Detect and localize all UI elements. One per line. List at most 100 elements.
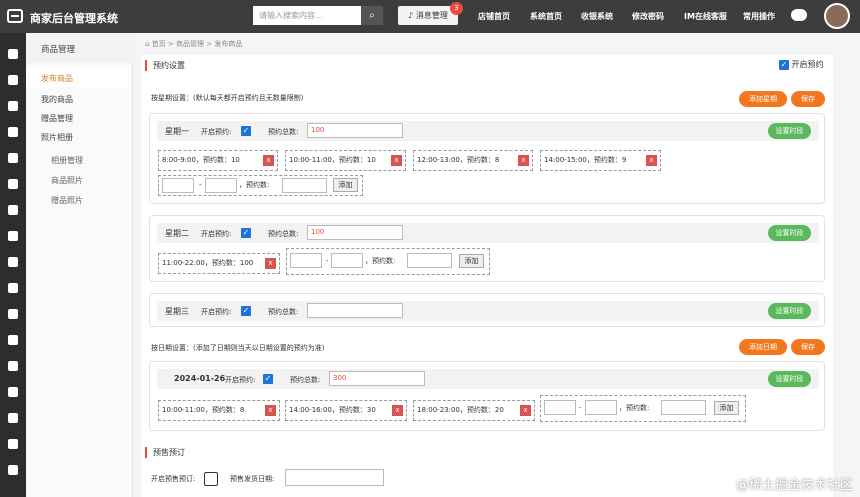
avatar[interactable] <box>824 3 850 29</box>
weekday-total-label: 预约总数: <box>268 230 299 238</box>
date-open-checkbox[interactable]: ✓ <box>263 374 273 384</box>
bank-icon[interactable] <box>8 179 18 189</box>
watermark: @稀土掘金技术社区 <box>735 478 853 493</box>
start-time-input[interactable] <box>162 178 194 193</box>
weekday-header: 星期三 开启预约: ✓ 预约总数: 设置时段 <box>157 301 819 321</box>
weekday-total-input[interactable]: 100 <box>307 225 403 240</box>
gear-icon[interactable] <box>8 153 18 163</box>
sidebar-item-album[interactable]: 照片相册 <box>41 132 73 143</box>
weekday-card-monday: 星期一 开启预约: ✓ 预约总数: 100 设置时段 8:00-9:00，预约数… <box>149 113 825 204</box>
sidebar-item-my-goods[interactable]: 我的商品 <box>41 94 73 105</box>
camera-icon[interactable] <box>8 283 18 293</box>
set-time-button[interactable]: 设置时段 <box>768 303 811 319</box>
icon-sidebar <box>0 33 26 497</box>
time-slot: 14:00-15:00，预约数：9 x <box>540 150 661 171</box>
share-icon[interactable] <box>8 439 18 449</box>
save-date-button[interactable]: 保存 <box>791 339 825 355</box>
set-time-button[interactable]: 设置时段 <box>768 225 811 241</box>
add-slot-button[interactable]: 添加 <box>459 254 484 268</box>
cup-icon[interactable] <box>8 413 18 423</box>
nav-system-home[interactable]: 系统首页 <box>530 11 562 22</box>
set-time-button[interactable]: 设置时段 <box>768 371 811 387</box>
nav-store-home[interactable]: 店铺首页 <box>478 11 510 22</box>
add-slot-button[interactable]: 添加 <box>714 401 739 415</box>
chat-icon[interactable] <box>791 9 807 21</box>
weekday-open-checkbox[interactable]: ✓ <box>241 126 251 136</box>
search-button[interactable]: ⌕ <box>361 6 383 25</box>
main-content: 预约设置 ✓ 开启预约 按星期设置：(默认每天都开启预约且无数量限制) 添加星期… <box>141 55 833 497</box>
weekday-total-input[interactable]: 100 <box>307 123 403 138</box>
clock-icon[interactable] <box>8 335 18 345</box>
delete-slot-button[interactable]: x <box>646 155 657 166</box>
presale-enable-checkbox[interactable] <box>204 472 218 486</box>
app-title: 商家后台管理系统 <box>30 12 118 25</box>
time-slot-text: 14:00-15:00，预约数：9 <box>544 156 627 164</box>
weekday-total-input[interactable] <box>307 303 403 318</box>
time-slot: 10:00-11:00，预约数：8 x <box>158 400 280 421</box>
count-label: ，预约数: <box>365 257 396 265</box>
globe-icon[interactable] <box>8 257 18 267</box>
delete-slot-button[interactable]: x <box>391 155 402 166</box>
gift-icon[interactable] <box>8 231 18 241</box>
sidebar-subitem-gift-photos[interactable]: 赠品照片 <box>51 195 83 206</box>
plane-icon[interactable] <box>8 205 18 215</box>
add-slot-button[interactable]: 添加 <box>333 178 358 192</box>
app-logo-icon <box>7 9 23 23</box>
count-input[interactable] <box>282 178 327 193</box>
delete-slot-button[interactable]: x <box>518 155 529 166</box>
delete-slot-button[interactable]: x <box>265 258 276 269</box>
date-total-input[interactable]: 300 <box>329 371 425 386</box>
start-time-input[interactable] <box>544 400 576 415</box>
delete-slot-button[interactable]: x <box>265 405 276 416</box>
weekday-open-checkbox[interactable]: ✓ <box>241 306 251 316</box>
start-time-input[interactable] <box>290 253 322 268</box>
booking-enable[interactable]: ✓ 开启预约 <box>779 59 824 70</box>
presale-delivery-input[interactable] <box>285 469 384 486</box>
end-time-input[interactable] <box>585 400 617 415</box>
weekday-open-checkbox[interactable]: ✓ <box>241 228 251 238</box>
grid-icon[interactable] <box>8 101 18 111</box>
breadcrumb-publish: 发布商品 <box>214 40 243 48</box>
set-time-button[interactable]: 设置时段 <box>768 123 811 139</box>
card-icon[interactable] <box>8 127 18 137</box>
nav-common-actions[interactable]: 常用操作 <box>743 11 775 22</box>
new-slot-row: - ，预约数: 添加 <box>158 175 363 196</box>
date-card: 2024-01-26 开启预约: ✓ 预约总数: 300 设置时段 10:00-… <box>149 361 825 431</box>
delete-slot-button[interactable]: x <box>520 405 531 416</box>
home-icon[interactable] <box>8 49 18 59</box>
delete-slot-button[interactable]: x <box>263 155 274 166</box>
weekday-open-label: 开启预约: <box>201 128 232 136</box>
add-week-button[interactable]: 添加星期 <box>739 91 787 107</box>
weekday-header: 星期一 开启预约: ✓ 预约总数: 100 设置时段 <box>157 121 819 141</box>
weekday-name: 星期二 <box>165 229 189 238</box>
globe-2-icon[interactable] <box>8 309 18 319</box>
nav-im-service[interactable]: IM在线客服 <box>684 11 727 22</box>
breadcrumb-home[interactable]: 首页 <box>152 40 166 48</box>
count-input[interactable] <box>407 253 452 268</box>
search-input[interactable]: 请输入搜索内容... <box>253 6 361 25</box>
end-time-input[interactable] <box>331 253 363 268</box>
message-badge: 3 <box>450 2 463 15</box>
presale-enable-label: 开启预售预订: <box>151 475 196 483</box>
save-week-button[interactable]: 保存 <box>791 91 825 107</box>
people-icon[interactable] <box>8 361 18 371</box>
booking-enable-checkbox[interactable]: ✓ <box>779 60 789 70</box>
breadcrumb-goods[interactable]: 商品管理 <box>176 40 204 48</box>
end-time-input[interactable] <box>205 178 237 193</box>
message-button[interactable]: ♪ 消息管理 <box>398 6 458 25</box>
add-date-button[interactable]: 添加日期 <box>739 339 787 355</box>
truck-icon[interactable] <box>8 75 18 85</box>
count-input[interactable] <box>661 400 706 415</box>
nav-cashier[interactable]: 收银系统 <box>581 11 613 22</box>
sidebar-subitem-goods-photos[interactable]: 商品照片 <box>51 175 83 186</box>
star-icon[interactable] <box>8 387 18 397</box>
delete-slot-button[interactable]: x <box>392 405 403 416</box>
weekday-total-label: 预约总数: <box>268 128 299 136</box>
nav-change-password[interactable]: 修改密码 <box>632 11 664 22</box>
sidebar-item-gifts[interactable]: 赠品管理 <box>41 113 73 124</box>
sidebar-subitem-album-manage[interactable]: 相册管理 <box>51 155 83 166</box>
sidebar-item-publish[interactable]: 发布商品 <box>26 69 128 87</box>
booking-section-title: 预约设置 <box>145 60 185 71</box>
info-icon[interactable] <box>8 465 18 475</box>
message-label: 消息管理 <box>415 11 448 20</box>
